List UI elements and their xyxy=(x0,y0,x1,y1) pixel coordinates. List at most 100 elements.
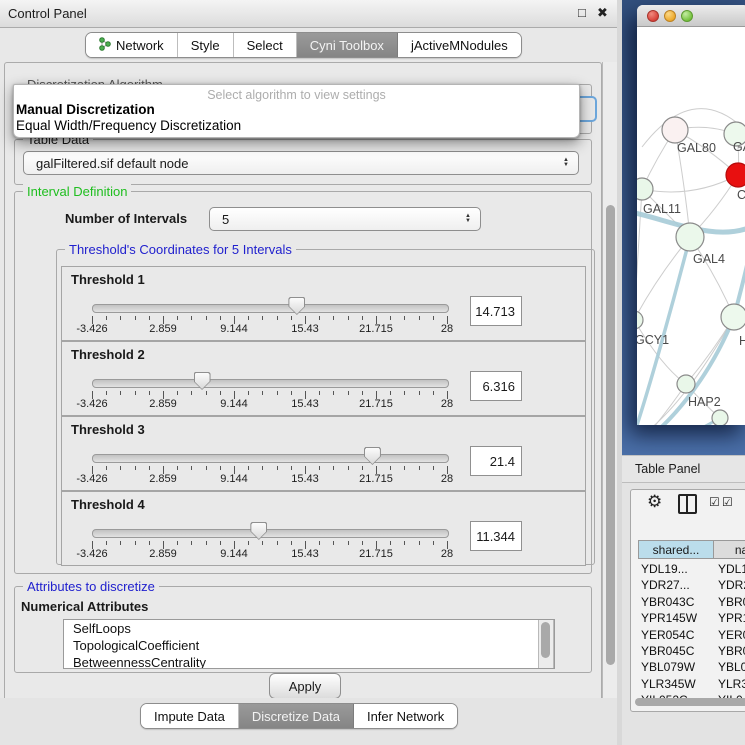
slider-tick-label: 2.859 xyxy=(141,473,185,485)
attributes-list-scrollbar[interactable] xyxy=(538,620,554,668)
attribute-list-item[interactable]: TopologicalCoefficient xyxy=(64,637,554,654)
table-cell[interactable]: YDR27... xyxy=(641,578,690,592)
slider-tick xyxy=(220,391,221,395)
panel-vertical-scrollbar-thumb[interactable] xyxy=(606,205,615,665)
zoom-traffic-light-icon[interactable] xyxy=(681,10,693,22)
table-cell[interactable]: YDR2 xyxy=(718,578,745,592)
close-traffic-light-icon[interactable] xyxy=(647,10,659,22)
slider-tick-label: 2.859 xyxy=(141,323,185,335)
apply-button[interactable]: Apply xyxy=(269,673,341,699)
checkbox-icon-2[interactable]: ☑ xyxy=(722,495,733,509)
table-horizontal-scrollbar[interactable] xyxy=(633,697,745,707)
table-cell[interactable]: YBL0 xyxy=(718,660,745,674)
gear-icon[interactable]: ⚙ xyxy=(647,492,662,512)
threshold-slider-track[interactable] xyxy=(92,454,449,463)
number-of-intervals-spinner[interactable]: 5 ▲▼ xyxy=(209,207,481,231)
float-window-icon[interactable]: □ xyxy=(578,5,586,20)
table-cell[interactable]: YER0 xyxy=(718,628,745,642)
table-cell[interactable]: YBR043C xyxy=(641,595,694,609)
threshold-value-field[interactable]: 14.713 xyxy=(470,296,522,326)
slider-tick xyxy=(120,316,121,320)
table-cell[interactable]: YBR0 xyxy=(718,644,745,658)
table-cell[interactable]: YPR1 xyxy=(718,611,745,625)
slider-tick-label: 9.144 xyxy=(212,548,256,560)
table-cell[interactable]: YDL1 xyxy=(718,562,745,576)
slider-tick xyxy=(362,316,363,320)
slider-tick xyxy=(277,466,278,470)
network-edge xyxy=(637,320,686,384)
attributes-list-scrollbar-thumb[interactable] xyxy=(541,622,550,658)
slider-tick-label: 21.715 xyxy=(354,323,398,335)
GAL80-node[interactable] xyxy=(662,117,688,143)
slider-tick-label: 28 xyxy=(425,323,469,335)
threshold-label: Threshold 3 xyxy=(71,422,145,437)
number-of-intervals-value: 5 xyxy=(222,212,229,227)
tab-label: jActiveMNodules xyxy=(411,38,508,53)
network-thick-edge xyxy=(637,418,720,425)
threshold-value-field[interactable]: 21.4 xyxy=(470,446,522,476)
tab-jactivemnodules[interactable]: jActiveMNodules xyxy=(398,33,521,57)
slider-tick-label: 21.715 xyxy=(354,548,398,560)
table-cell[interactable]: YPR145W xyxy=(641,611,697,625)
algorithm-option[interactable]: Equal Width/Frequency Discretization xyxy=(16,118,241,133)
network-view-window[interactable]: GAL80GACGAL11GAL4GCY1HHAP2 xyxy=(637,5,745,425)
tab-style[interactable]: Style xyxy=(178,33,234,57)
minimize-traffic-light-icon[interactable] xyxy=(664,10,676,22)
bottom-node[interactable] xyxy=(712,410,728,425)
table-cell[interactable]: YDL19... xyxy=(641,562,688,576)
H-node[interactable] xyxy=(721,304,745,330)
threshold-value-field[interactable]: 11.344 xyxy=(470,521,522,551)
table-cell[interactable]: YBR0 xyxy=(718,595,745,609)
threshold-slider-track[interactable] xyxy=(92,304,449,313)
tab-label: Select xyxy=(247,38,283,53)
slider-tick xyxy=(362,391,363,395)
slider-tick xyxy=(419,391,420,395)
column-header-name[interactable]: na xyxy=(714,540,745,559)
table-cell[interactable]: YLR345W xyxy=(641,677,696,691)
slider-tick-label: 9.144 xyxy=(212,398,256,410)
node-label: GA xyxy=(733,140,745,154)
slider-tick xyxy=(348,391,349,395)
tab-select[interactable]: Select xyxy=(234,33,297,57)
threshold-slider-track[interactable] xyxy=(92,529,449,538)
slider-tick xyxy=(433,316,434,320)
network-window-titlebar[interactable] xyxy=(637,5,745,27)
table-panel-title: Table Panel xyxy=(635,462,700,476)
GAL11-node[interactable] xyxy=(637,178,653,200)
GAL4-node[interactable] xyxy=(676,223,704,251)
table-cell[interactable]: YBL079W xyxy=(641,660,695,674)
slider-tick-label: -3.426 xyxy=(70,398,114,410)
attribute-list-item[interactable]: SelfLoops xyxy=(64,620,554,637)
threshold-panel: Threshold 2-3.4262.8599.14415.4321.71528… xyxy=(61,341,586,416)
slider-tick xyxy=(191,391,192,395)
table-cell[interactable]: YLR3 xyxy=(718,677,745,691)
table-data-combobox[interactable]: galFiltered.sif default node ▲▼ xyxy=(23,151,579,175)
GCY1-node[interactable] xyxy=(637,311,643,329)
checkbox-icon-1[interactable]: ☑ xyxy=(709,495,720,509)
tab-impute-data[interactable]: Impute Data xyxy=(141,704,239,728)
threshold-slider-track[interactable] xyxy=(92,379,449,388)
slider-tick xyxy=(248,466,249,470)
tab-network[interactable]: Network xyxy=(86,33,178,57)
HAP2-node[interactable] xyxy=(677,375,695,393)
tab-discretize-data[interactable]: Discretize Data xyxy=(239,704,354,728)
network-canvas[interactable]: GAL80GACGAL11GAL4GCY1HHAP2 xyxy=(637,27,745,425)
numerical-attributes-list[interactable]: SelfLoopsTopologicalCoefficientBetweenne… xyxy=(63,619,555,669)
split-columns-icon[interactable] xyxy=(678,494,697,514)
table-cell[interactable]: YER054C xyxy=(641,628,694,642)
slider-tick-label: 21.715 xyxy=(354,473,398,485)
attribute-list-item[interactable]: BetweennessCentrality xyxy=(64,654,554,669)
table-cell[interactable]: YBR045C xyxy=(641,644,694,658)
threshold-value-field[interactable]: 6.316 xyxy=(470,371,522,401)
thresholds-group-title: Threshold's Coordinates for 5 Intervals xyxy=(65,242,296,257)
slider-tick xyxy=(404,316,405,320)
close-icon[interactable]: ✖ xyxy=(597,5,608,21)
red-node[interactable] xyxy=(726,163,745,187)
tab-infer-network[interactable]: Infer Network xyxy=(354,704,457,728)
column-header-shared-name[interactable]: shared... xyxy=(638,540,714,559)
tab-cyni-toolbox[interactable]: Cyni Toolbox xyxy=(297,33,398,57)
table-horizontal-scrollbar-thumb[interactable] xyxy=(635,698,745,706)
slider-tick-label: 15.43 xyxy=(283,323,327,335)
combobox-arrows-icon: ▲▼ xyxy=(563,158,569,168)
algorithm-option[interactable]: Manual Discretization xyxy=(16,102,155,117)
